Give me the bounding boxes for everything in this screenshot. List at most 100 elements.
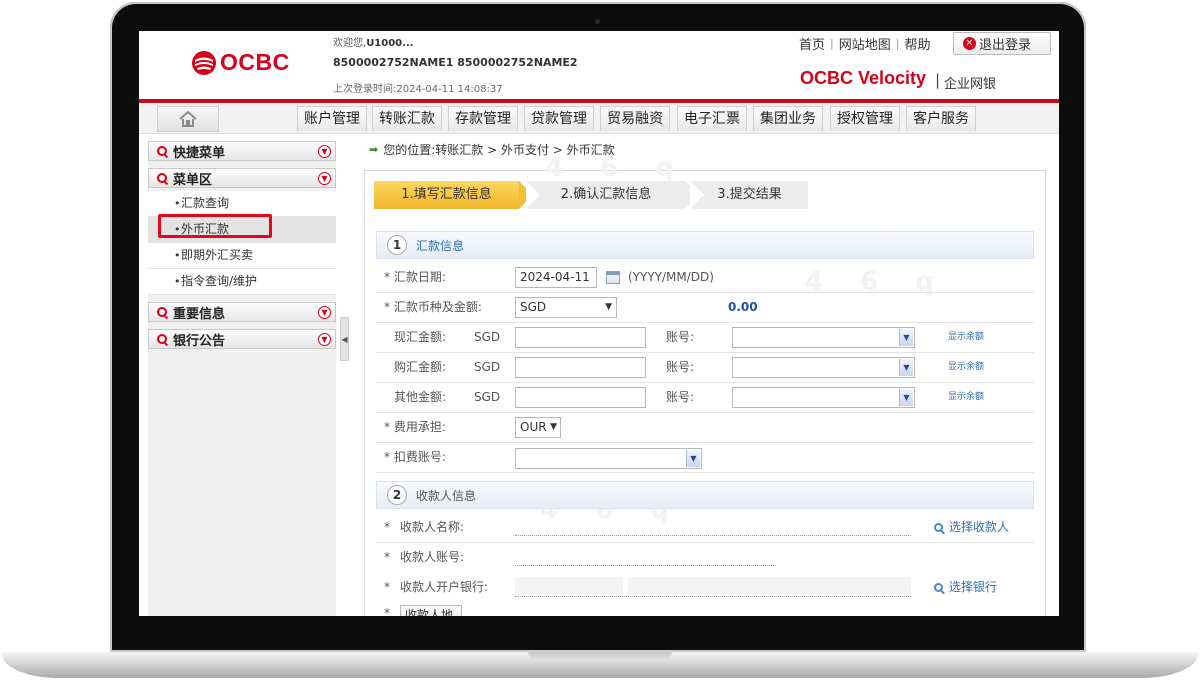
brand-subtitle: 企业网银 bbox=[944, 77, 997, 92]
cash-amount-label: 现汇金额: bbox=[394, 330, 447, 344]
fee-bearer-label: * 费用承担: bbox=[384, 420, 446, 434]
step-confirm-info: 2.确认汇款信息 bbox=[526, 181, 699, 209]
purchase-account-label: 账号: bbox=[666, 360, 695, 374]
total-amount: 0.00 bbox=[728, 300, 758, 314]
cash-currency-code: SGD bbox=[474, 330, 501, 344]
required-mark: * bbox=[384, 520, 390, 534]
search-icon bbox=[157, 307, 167, 317]
row-payee-account: * 收款人账号: bbox=[376, 543, 1034, 573]
breadcrumb-text: 您的位置:转账汇款 > 外币支付 > 外币汇款 bbox=[383, 143, 615, 157]
home-link[interactable]: 首页 bbox=[799, 34, 825, 53]
nav-tab-authorization[interactable]: 授权管理 bbox=[830, 106, 900, 131]
cash-account-select[interactable]: ▼ bbox=[732, 327, 915, 348]
nav-tab-deposit[interactable]: 存款管理 bbox=[448, 106, 518, 131]
sidebar-important-label: 重要信息 bbox=[173, 306, 226, 322]
nav-tab-loan[interactable]: 贷款管理 bbox=[524, 106, 594, 131]
section-remittance-info: 1 汇款信息 bbox=[376, 231, 1034, 259]
link-divider: | bbox=[830, 37, 834, 50]
sidebar-important-info[interactable]: 重要信息 ▼ bbox=[148, 302, 336, 322]
sidebar-notice-label: 银行公告 bbox=[173, 333, 226, 349]
sidebar-bank-notice[interactable]: 银行公告 ▼ bbox=[148, 329, 336, 349]
payee-bank-code-field[interactable] bbox=[515, 577, 623, 595]
search-icon bbox=[934, 583, 943, 592]
chevron-down-icon: ▼ bbox=[550, 422, 557, 432]
required-mark: * bbox=[384, 606, 390, 616]
other-account-select[interactable]: ▼ bbox=[732, 387, 915, 408]
brand-name: OCBC Velocity bbox=[800, 68, 927, 88]
nav-tab-group[interactable]: 集团业务 bbox=[753, 106, 823, 131]
top-links: 首页 | 网站地图 | 帮助 bbox=[799, 34, 930, 53]
sidebar-quick-menu[interactable]: 快捷菜单 ▼ bbox=[148, 141, 336, 161]
payee-address-button[interactable]: 收款人地址 bbox=[400, 605, 462, 616]
cash-amount-input[interactable] bbox=[515, 327, 646, 348]
sidebar-item-spot-fx[interactable]: 即期外汇买卖 bbox=[148, 243, 336, 269]
arrow-right-icon: ➡ bbox=[369, 143, 379, 156]
show-balance-link[interactable]: 显示余额 bbox=[948, 323, 984, 352]
payee-bank-label: 收款人开户银行: bbox=[400, 580, 489, 594]
sidebar: 快捷菜单 ▼ 菜单区 ▼ 汇款查询 外币汇款 即期外汇买卖 指令查询/维护 重要… bbox=[148, 141, 336, 616]
payee-name-input[interactable] bbox=[515, 534, 911, 536]
nav-tab-ebill[interactable]: 电子汇票 bbox=[677, 106, 747, 131]
laptop-notch bbox=[528, 652, 672, 661]
chevron-down-icon: ▼ bbox=[686, 450, 700, 467]
nav-tab-trade[interactable]: 贸易融资 bbox=[600, 106, 670, 131]
brand-divider: | bbox=[935, 71, 941, 89]
logout-button[interactable]: ✕ 退出登录 bbox=[953, 32, 1051, 55]
user-name: U1000... bbox=[366, 38, 414, 49]
remittance-date-input[interactable]: 2024-04-11 bbox=[515, 267, 597, 288]
sidebar-item-instruction-query[interactable]: 指令查询/维护 bbox=[148, 269, 336, 295]
payee-account-input[interactable] bbox=[515, 564, 776, 566]
link-divider: | bbox=[895, 37, 900, 50]
breadcrumb: ➡ 您的位置:转账汇款 > 外币支付 > 外币汇款 bbox=[369, 141, 615, 158]
page-header: OCBC 欢迎您,U1000... 8500002752NAME1 850000… bbox=[139, 31, 1059, 99]
show-balance-link[interactable]: 显示余额 bbox=[948, 353, 984, 382]
last-login-time: 上次登录时间:2024-04-11 14:08:37 bbox=[333, 84, 503, 95]
chevron-down-icon[interactable]: ▼ bbox=[318, 145, 331, 158]
logo-text: OCBC bbox=[220, 49, 290, 75]
fee-account-label: * 扣费账号: bbox=[384, 450, 446, 464]
nav-tab-transfer[interactable]: 转账汇款 bbox=[372, 106, 442, 131]
purchase-amount-input[interactable] bbox=[515, 357, 646, 378]
choose-bank-link[interactable]: 选择银行 bbox=[934, 573, 997, 602]
date-format-hint: (YYYY/MM/DD) bbox=[628, 270, 714, 284]
row-other-amount: 其他金额: SGD 账号: ▼ 显示余额 bbox=[376, 383, 1034, 413]
browser-screen: OCBC 欢迎您,U1000... 8500002752NAME1 850000… bbox=[139, 31, 1059, 616]
home-icon bbox=[179, 111, 197, 127]
show-balance-link[interactable]: 显示余额 bbox=[948, 383, 984, 412]
calendar-icon[interactable] bbox=[606, 271, 620, 284]
currency-select-value: SGD bbox=[520, 300, 547, 314]
sidebar-menu-area[interactable]: 菜单区 ▼ bbox=[148, 168, 336, 188]
purchase-account-select[interactable]: ▼ bbox=[732, 357, 915, 378]
currency-select[interactable]: SGD ▼ bbox=[515, 297, 617, 318]
other-amount-input[interactable] bbox=[515, 387, 646, 408]
payee-bank-name-field[interactable] bbox=[628, 577, 911, 595]
fee-bearer-select[interactable]: OUR ▼ bbox=[515, 417, 561, 438]
other-currency-code: SGD bbox=[474, 390, 501, 404]
fee-account-select[interactable]: ▼ bbox=[515, 448, 702, 469]
payee-bank-underline bbox=[515, 595, 911, 597]
search-icon bbox=[157, 146, 167, 156]
sidebar-menu-area-label: 菜单区 bbox=[173, 172, 213, 188]
logout-label: 退出登录 bbox=[979, 38, 1032, 53]
nav-tab-account[interactable]: 账户管理 bbox=[297, 106, 367, 131]
row-fee-bearer: * 费用承担: OUR ▼ bbox=[376, 413, 1034, 443]
chevron-down-icon[interactable]: ▼ bbox=[318, 172, 331, 185]
row-currency-amount: * 汇款币种及金额: SGD ▼ 0.00 bbox=[376, 293, 1034, 323]
chevron-down-icon[interactable]: ▼ bbox=[318, 333, 331, 346]
sidebar-menu-items: 汇款查询 外币汇款 即期外汇买卖 指令查询/维护 bbox=[148, 191, 336, 295]
section-payee-info: 2 收款人信息 bbox=[376, 481, 1034, 509]
step-submit-result: 3.提交结果 bbox=[690, 181, 808, 209]
ocbc-logo[interactable]: OCBC bbox=[191, 49, 290, 76]
choose-payee-link[interactable]: 选择收款人 bbox=[934, 513, 1009, 542]
sitemap-link[interactable]: 网站地图 bbox=[839, 34, 891, 53]
nav-tab-service[interactable]: 客户服务 bbox=[906, 106, 976, 131]
payee-account-label: 收款人账号: bbox=[400, 550, 465, 564]
chevron-down-icon[interactable]: ▼ bbox=[318, 306, 331, 319]
section-number: 1 bbox=[387, 235, 407, 255]
sidebar-collapse-handle[interactable]: ◀ bbox=[340, 317, 349, 361]
row-fee-account: * 扣费账号: ▼ bbox=[376, 443, 1034, 473]
search-icon bbox=[157, 334, 167, 344]
nav-home-tab[interactable] bbox=[157, 106, 219, 132]
help-link[interactable]: 帮助 bbox=[904, 34, 930, 53]
required-mark: * bbox=[384, 580, 390, 594]
